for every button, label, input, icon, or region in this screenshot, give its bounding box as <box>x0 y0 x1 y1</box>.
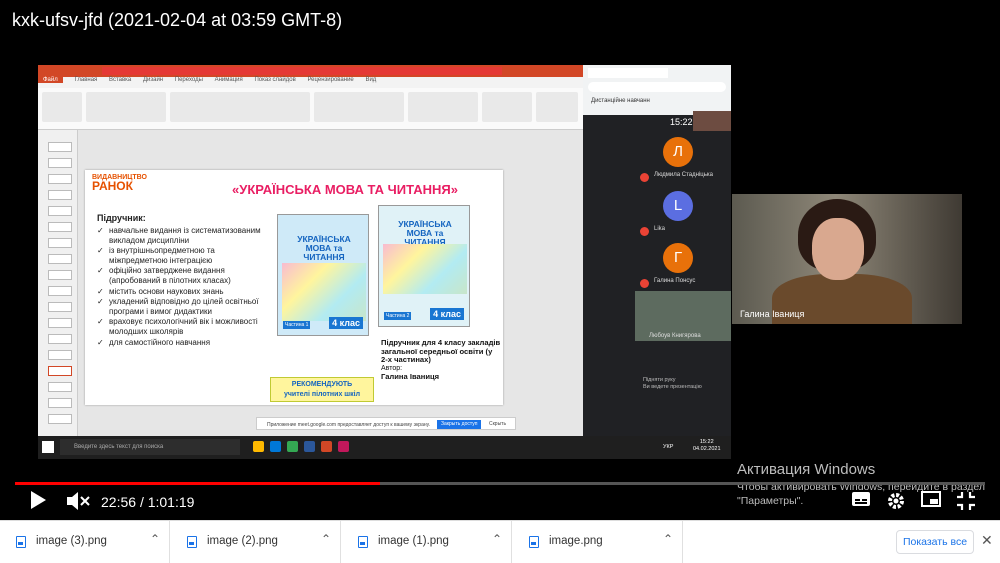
bullet-item: містить основи наукових знань <box>97 287 267 297</box>
participant-video[interactable]: Любоув Книгярова <box>635 291 731 341</box>
tab-insert[interactable]: Вставка <box>109 77 131 83</box>
download-filename: image (3).png <box>36 535 107 547</box>
time-display: 22:56 / 1:01:19 <box>101 494 195 510</box>
stop-sharing-button[interactable]: Закрыть доступ <box>437 420 482 429</box>
meet-tab-label: Дистанційне навчанн <box>591 98 650 104</box>
participant-name: Любоув Книгярова <box>649 333 701 339</box>
image-file-icon <box>16 536 26 548</box>
download-item[interactable]: image (2).png ⌃ <box>171 521 341 563</box>
tab-transitions[interactable]: Переходы <box>175 77 203 83</box>
bullet-item: укладений відповідно до цілей освітньої … <box>97 297 267 316</box>
taskbar-clock[interactable]: 15:22 04.02.2021 <box>693 439 721 453</box>
slide-subtitle: Підручник: <box>97 213 146 223</box>
download-filename: image.png <box>549 535 603 547</box>
presentation-slide: ВИДАВНИЦТВО РАНОК «УКРАЇНСЬКА МОВА ТА ЧИТ… <box>85 170 503 405</box>
presenting-controls[interactable]: Підняти руку Ви ведете презентацію <box>643 377 723 391</box>
mic-muted-icon <box>640 227 649 236</box>
close-icon[interactable]: ✕ <box>981 532 993 549</box>
mic-muted-icon <box>640 173 649 182</box>
publisher-logo: ВИДАВНИЦТВО РАНОК <box>92 174 147 193</box>
avatar: Г <box>663 243 693 273</box>
exit-fullscreen-icon[interactable] <box>954 491 978 513</box>
self-view <box>693 111 731 131</box>
download-item[interactable]: image (3).png ⌃ <box>0 521 170 563</box>
tab-slideshow[interactable]: Показ слайдов <box>254 77 295 83</box>
image-file-icon <box>358 536 368 548</box>
edge-icon[interactable] <box>270 441 281 452</box>
taskbar-search[interactable]: Введите здесь текст для поиска <box>60 439 240 455</box>
ppt-ribbon-tabs: Файл Главная Вставка Дизайн Переходы Ани… <box>38 77 583 88</box>
shared-screen: Файл Главная Вставка Дизайн Переходы Ани… <box>38 65 731 459</box>
bullet-list: навчальне видання із систематизованим ви… <box>97 226 267 348</box>
meet-clock: 15:22 <box>670 117 693 127</box>
progress-fill <box>15 482 380 485</box>
mute-icon[interactable] <box>64 490 92 514</box>
book-cover-part1: УКРАЇНСЬКА МОВА та ЧИТАННЯ Частина 1 4 к… <box>277 214 369 336</box>
language-indicator[interactable]: УКР <box>663 444 673 450</box>
chevron-up-icon[interactable]: ⌃ <box>150 532 160 546</box>
meet-panel: Дистанційне навчанн 15:22 Л Людмила Стад… <box>583 65 731 436</box>
windows-taskbar: Введите здесь текст для поиска УКР 15:22… <box>38 436 731 459</box>
participant-name: Галина Понсус <box>654 278 696 284</box>
book-cover-part2: УКРАЇНСЬКА МОВА та ЧИТАННЯ Частина 2 4 к… <box>378 205 470 327</box>
hide-button[interactable]: Скрыть <box>489 421 506 427</box>
bullet-item: із внутрішньопредметною та міжпредметною… <box>97 246 267 265</box>
slide-thumbnails[interactable] <box>38 130 78 436</box>
tab-design[interactable]: Дизайн <box>143 77 163 83</box>
file-explorer-icon[interactable] <box>253 441 264 452</box>
presenting-label: Ви ведете презентацію <box>643 384 702 390</box>
bullet-item: навчальне видання із систематизованим ви… <box>97 226 267 245</box>
app-icon[interactable] <box>338 441 349 452</box>
download-shelf: image (3).png ⌃ image (2).png ⌃ image (1… <box>0 520 1000 563</box>
raise-hand-label[interactable]: Підняти руку <box>643 377 723 384</box>
chevron-up-icon[interactable]: ⌃ <box>663 532 673 546</box>
windows-activation-title: Активация Windows <box>737 461 876 478</box>
tab-view[interactable]: Вид <box>365 77 376 83</box>
mic-muted-icon <box>640 279 649 288</box>
image-file-icon <box>187 536 197 548</box>
word-icon[interactable] <box>304 441 315 452</box>
bullet-item: офіційно затверджене видання (апробовани… <box>97 266 267 285</box>
video-player[interactable]: kxk-ufsv-jfd (2021-02-04 at 03:59 GMT-8)… <box>0 0 1000 520</box>
screen-share-notification: Приложение meet.google.com предоставляет… <box>256 417 516 430</box>
powerpoint-icon[interactable] <box>321 441 332 452</box>
participant-name: Людмила Стадніцька <box>654 172 713 178</box>
play-button[interactable] <box>26 490 50 514</box>
download-filename: image (1).png <box>378 535 449 547</box>
avatar: L <box>663 191 693 221</box>
ppt-ribbon <box>38 88 583 130</box>
address-bar[interactable] <box>588 82 726 92</box>
chrome-icon[interactable] <box>287 441 298 452</box>
webcam-name: Галина Іваниця <box>740 309 805 319</box>
subtitles-icon[interactable] <box>849 491 873 513</box>
tab-animation[interactable]: Анимация <box>215 77 243 83</box>
miniplayer-icon[interactable] <box>919 491 943 513</box>
webcam-overlay: Галина Іваниця <box>732 194 962 324</box>
settings-gear-icon[interactable] <box>884 491 908 513</box>
tab-file[interactable]: Файл <box>38 77 63 83</box>
show-all-button[interactable]: Показать все <box>896 530 974 554</box>
image-file-icon <box>529 536 539 548</box>
ppt-titlebar <box>38 65 583 77</box>
book-caption: Підручник для 4 класу закладів загальної… <box>381 338 501 382</box>
bullet-item: враховує психологічний вік і можливості … <box>97 317 267 336</box>
slide-title: «УКРАЇНСЬКА МОВА ТА ЧИТАННЯ» <box>232 182 458 197</box>
avatar: Л <box>663 137 693 167</box>
download-filename: image (2).png <box>207 535 278 547</box>
video-title: kxk-ufsv-jfd (2021-02-04 at 03:59 GMT-8) <box>12 10 343 30</box>
tab-review[interactable]: Рецензирование <box>307 77 353 83</box>
download-item[interactable]: image.png ⌃ <box>513 521 683 563</box>
recommend-badge: РЕКОМЕНДУЮТЬ учителі пілотних шкіл <box>270 377 374 402</box>
bullet-item: для самостійного навчання <box>97 338 267 348</box>
chevron-up-icon[interactable]: ⌃ <box>492 532 502 546</box>
browser-chrome: Дистанційне навчанн <box>583 65 731 115</box>
tab-home[interactable]: Главная <box>74 77 97 83</box>
participant-name: Lika <box>654 226 666 232</box>
download-item[interactable]: image (1).png ⌃ <box>342 521 512 563</box>
browser-tab[interactable] <box>588 68 668 78</box>
windows-start-icon[interactable] <box>42 441 54 453</box>
chevron-up-icon[interactable]: ⌃ <box>321 532 331 546</box>
